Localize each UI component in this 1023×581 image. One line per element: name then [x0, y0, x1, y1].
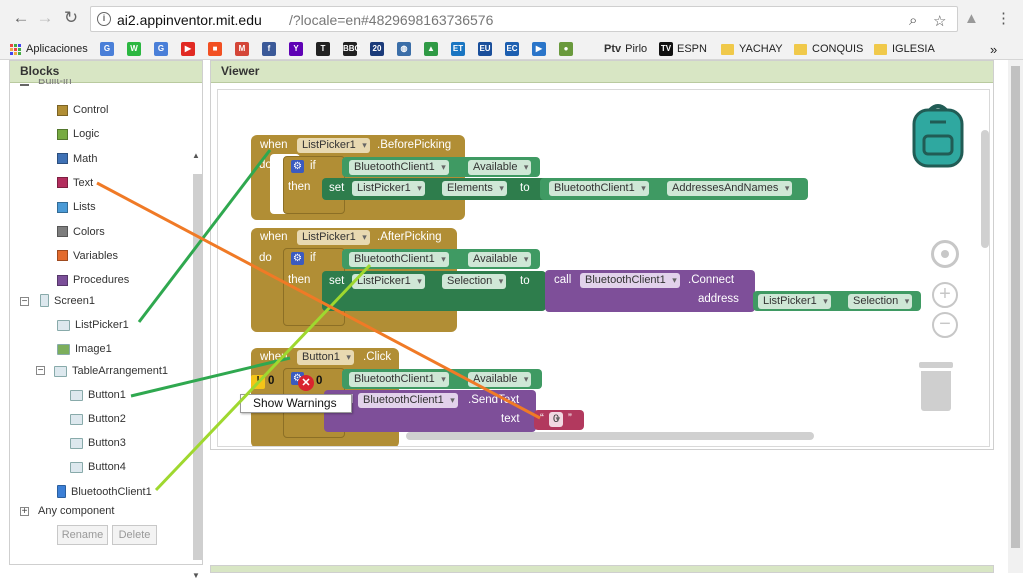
annotation-line-listpicker: [137, 149, 272, 323]
annotation-line-button: [130, 356, 291, 398]
annotation-line-bluetooth: [154, 263, 372, 492]
annotation-overlay: [96, 149, 541, 492]
annotation-line-text: [96, 181, 541, 420]
